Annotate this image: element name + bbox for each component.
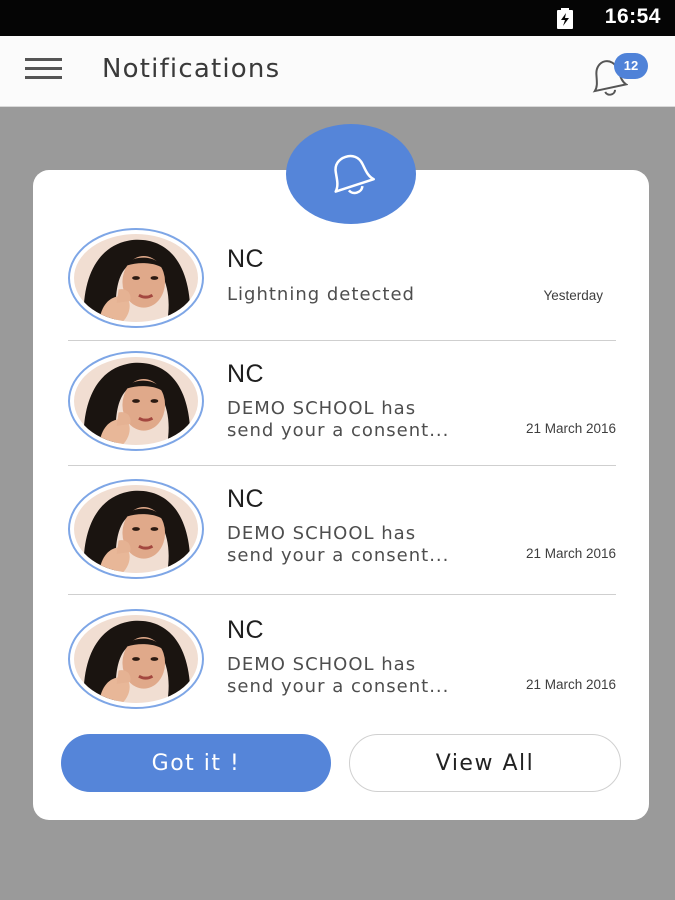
status-time: 16:54	[604, 5, 661, 28]
notification-item[interactable]: NC DEMO SCHOOL has send your a consent..…	[68, 349, 616, 469]
notification-message: Lightning detected	[227, 284, 415, 305]
notifications-bell-button[interactable]: 12	[584, 50, 654, 98]
avatar	[68, 609, 204, 709]
notification-message: DEMO SCHOOL has send your a consent...	[227, 523, 450, 566]
notification-sender: NC	[227, 245, 265, 273]
card-bell-badge	[286, 124, 416, 224]
avatar	[68, 351, 204, 451]
bell-icon	[334, 154, 375, 195]
divider	[68, 340, 616, 341]
hamburger-menu-icon[interactable]	[25, 57, 62, 84]
view-all-button[interactable]: View All	[349, 734, 621, 792]
status-bar: 16:54	[0, 0, 675, 36]
notification-time: 21 March 2016	[525, 421, 616, 436]
notification-item[interactable]: NC Lightning detected Yesterday	[68, 225, 616, 345]
notification-time: Yesterday	[543, 288, 603, 303]
notification-sender: NC	[227, 360, 265, 388]
page-title: Notifications	[102, 54, 281, 84]
notification-message: DEMO SCHOOL has send your a consent...	[227, 654, 450, 697]
notification-item[interactable]: NC DEMO SCHOOL has send your a consent..…	[68, 474, 616, 595]
divider	[68, 594, 616, 595]
notification-time: 21 March 2016	[525, 546, 616, 561]
got-it-button[interactable]: Got it !	[61, 734, 331, 792]
avatar	[68, 479, 204, 579]
notification-sender: NC	[227, 616, 265, 644]
battery-charging-icon	[557, 8, 573, 29]
notification-item[interactable]: NC DEMO SCHOOL has send your a consent..…	[68, 604, 616, 724]
divider	[68, 465, 616, 466]
notification-time: 21 March 2016	[525, 677, 616, 692]
avatar	[68, 228, 204, 328]
notification-count-badge: 12	[614, 53, 648, 79]
notification-message: DEMO SCHOOL has send your a consent...	[227, 398, 450, 441]
app-bar: Notifications 12	[0, 36, 675, 107]
notification-sender: NC	[227, 485, 265, 513]
